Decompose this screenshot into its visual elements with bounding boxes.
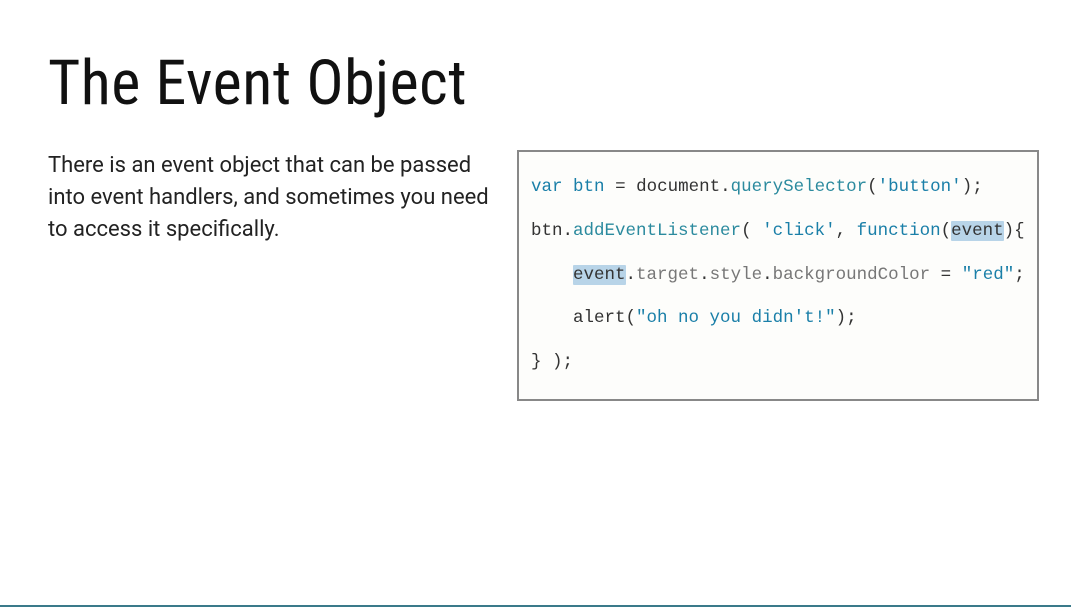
token-string-button: 'button'	[878, 177, 962, 197]
token-btn: btn	[531, 221, 563, 241]
token-paren: (	[867, 177, 878, 197]
token-equals: =	[615, 177, 626, 197]
token-addeventlistener: addEventListener	[573, 221, 741, 241]
token-backgroundcolor: backgroundColor	[773, 265, 931, 285]
token-varname-btn: btn	[573, 177, 605, 197]
token-paren: (	[626, 308, 637, 328]
code-line-1: var btn = document.querySelector('button…	[531, 177, 983, 197]
token-space	[930, 265, 941, 285]
token-event-param-highlighted: event	[951, 221, 1004, 241]
token-style: style	[710, 265, 763, 285]
token-paren-brace: ){	[1004, 221, 1025, 241]
token-dot: .	[699, 265, 710, 285]
token-semi: ;	[972, 177, 983, 197]
slide-description: There is an event object that can be pas…	[48, 150, 493, 246]
token-event-highlighted: event	[573, 265, 626, 285]
slide-title: The Event Object	[48, 50, 1023, 118]
token-function: function	[857, 221, 941, 241]
token-string-alert: "oh no you didn't!"	[636, 308, 836, 328]
token-dot: .	[762, 265, 773, 285]
token-space	[626, 177, 637, 197]
token-space	[563, 177, 574, 197]
token-semi: ;	[846, 308, 857, 328]
token-paren: (	[741, 221, 762, 241]
token-string-red: "red"	[962, 265, 1015, 285]
token-equals: =	[941, 265, 952, 285]
token-space	[951, 265, 962, 285]
token-paren: )	[836, 308, 847, 328]
token-queryselector: querySelector	[731, 177, 868, 197]
token-paren: )	[962, 177, 973, 197]
token-keyword-var: var	[531, 177, 563, 197]
token-dot: .	[720, 177, 731, 197]
code-line-5: } );	[531, 352, 573, 372]
token-string-click: 'click'	[762, 221, 836, 241]
token-target: target	[636, 265, 699, 285]
token-indent	[531, 308, 573, 328]
token-alert: alert	[573, 308, 626, 328]
slide-content: There is an event object that can be pas…	[48, 150, 1023, 401]
token-document: document	[636, 177, 720, 197]
token-space	[605, 177, 616, 197]
code-line-4: alert("oh no you didn't!");	[531, 308, 857, 328]
token-comma: ,	[836, 221, 857, 241]
code-line-3: event.target.style.backgroundColor = "re…	[531, 265, 1025, 285]
token-dot: .	[563, 221, 574, 241]
token-paren: (	[941, 221, 952, 241]
token-dot: .	[626, 265, 637, 285]
token-close: } );	[531, 352, 573, 372]
code-line-2: btn.addEventListener( 'click', function(…	[531, 221, 1025, 241]
token-semi: ;	[1014, 265, 1025, 285]
code-block: var btn = document.querySelector('button…	[517, 150, 1039, 401]
slide-container: The Event Object There is an event objec…	[0, 0, 1071, 401]
token-indent	[531, 265, 573, 285]
